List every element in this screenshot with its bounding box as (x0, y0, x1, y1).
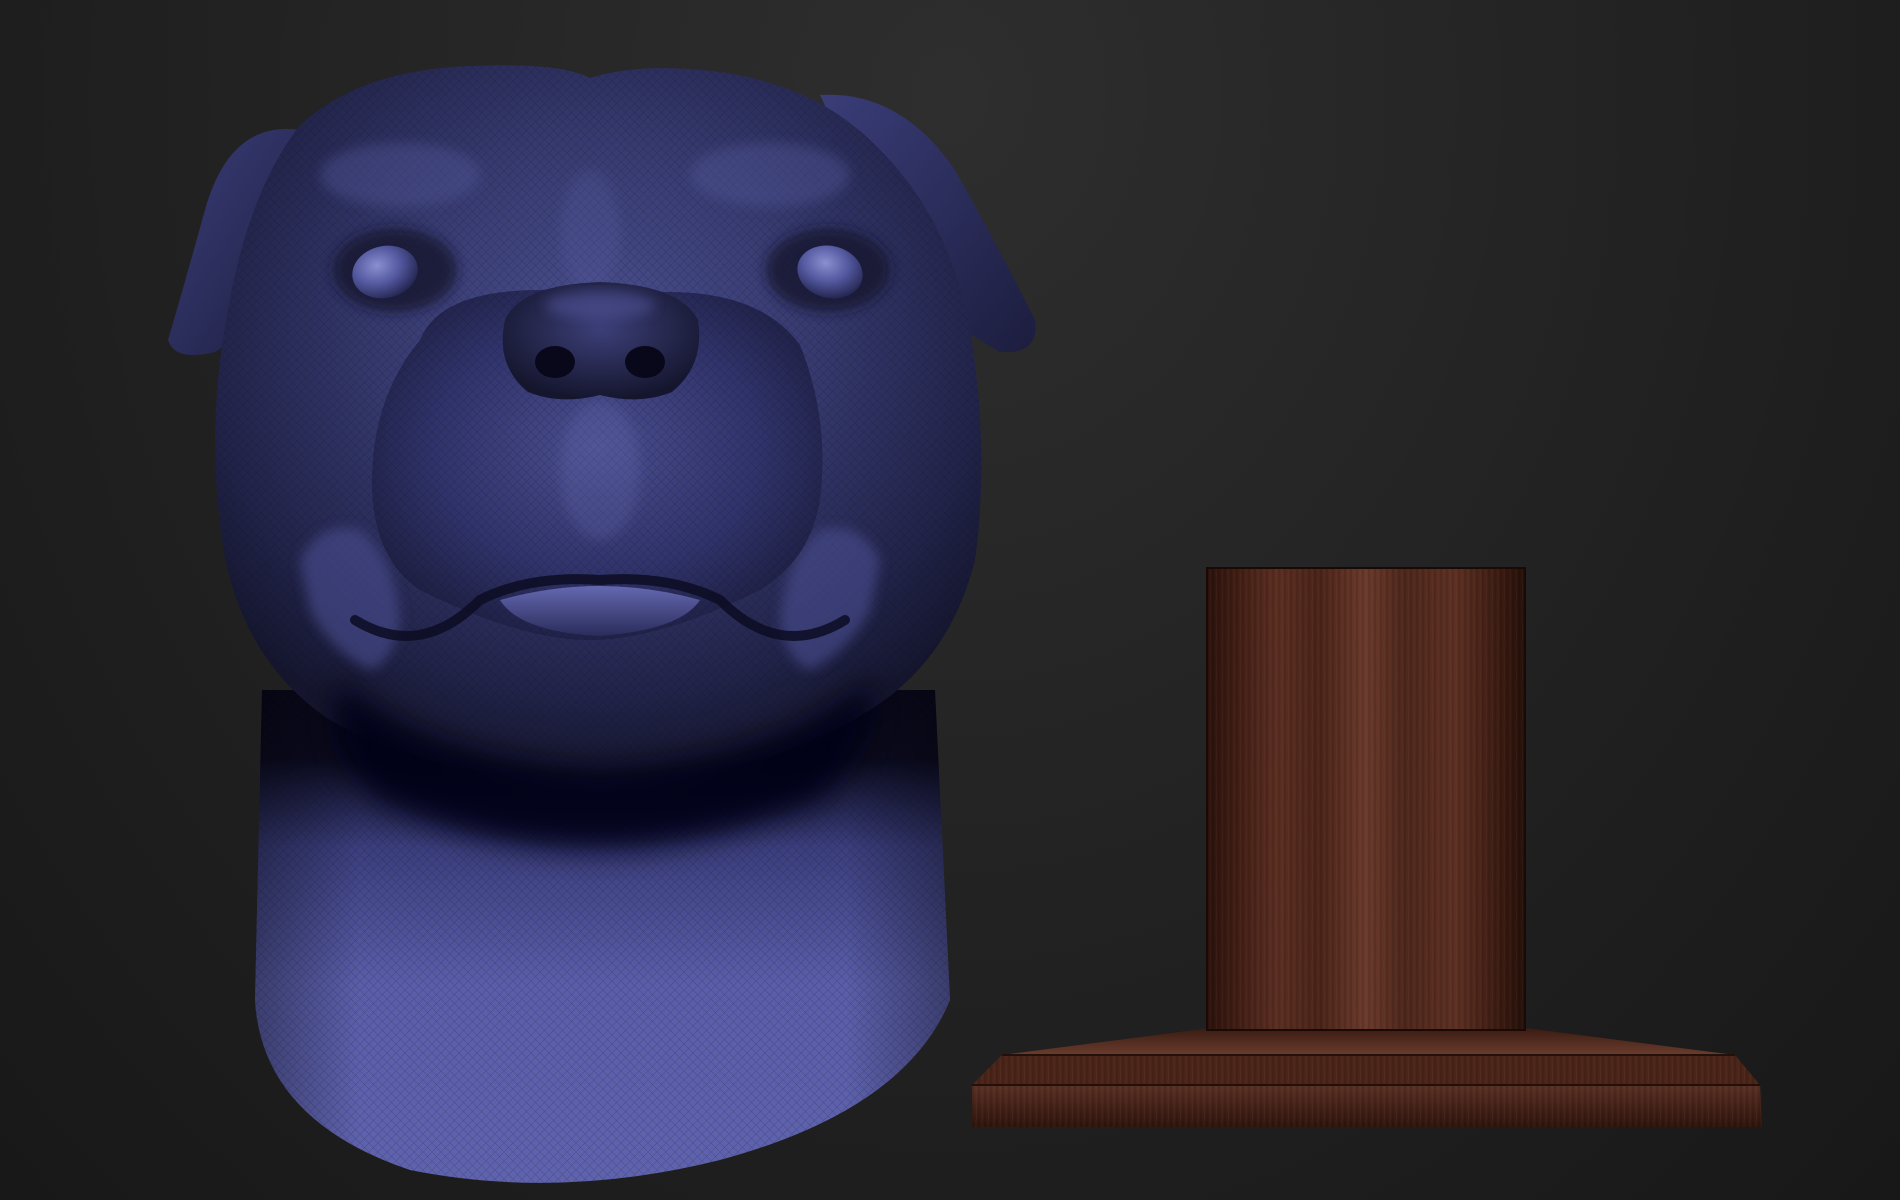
viewport[interactable] (0, 0, 1900, 1200)
wooden-stand[interactable] (972, 567, 1762, 1127)
right-nostril (625, 346, 665, 378)
stand-base-top (1002, 1028, 1735, 1055)
scene-canvas (168, 65, 1762, 1183)
left-nostril (535, 346, 575, 378)
dog-head-sculpt[interactable] (168, 65, 1036, 1183)
